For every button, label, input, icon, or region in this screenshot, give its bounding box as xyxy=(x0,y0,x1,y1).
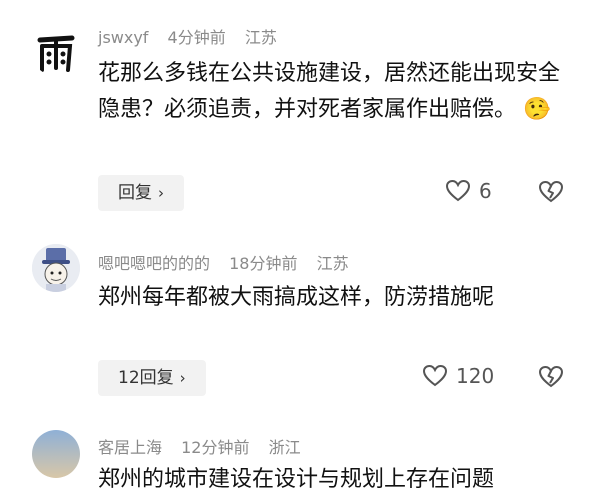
broken-heart-icon xyxy=(538,365,564,388)
comment-text: 郑州的城市建设在设计与规划上存在问题 xyxy=(98,462,568,498)
chevron-right-icon: › xyxy=(179,369,186,387)
location: 江苏 xyxy=(244,28,277,47)
like-button[interactable]: 120 xyxy=(422,364,494,388)
username[interactable]: 客居上海 xyxy=(98,438,162,457)
heart-outline-icon xyxy=(422,364,448,387)
comment-item: jswxyf 4分钟前 江苏 花那么多钱在公共设施建设，居然还能出现安全隐患？必… xyxy=(0,0,600,230)
reply-button[interactable]: 12回复 › xyxy=(98,360,206,396)
reply-button[interactable]: 回复 › xyxy=(98,175,184,211)
comment-meta: jswxyf 4分钟前 江苏 xyxy=(98,24,291,48)
timestamp: 4分钟前 xyxy=(167,28,226,47)
location: 浙江 xyxy=(268,438,301,457)
comment-item: 嗯吧嗯吧的的的 18分钟前 江苏 郑州每年都被大雨搞成这样，防涝措施呢 12回复… xyxy=(0,230,600,420)
username[interactable]: jswxyf xyxy=(98,28,148,47)
timestamp: 18分钟前 xyxy=(229,254,298,273)
heart-outline-icon xyxy=(445,179,471,202)
broken-heart-icon xyxy=(538,180,564,203)
dislike-button[interactable] xyxy=(538,365,564,393)
like-count: 6 xyxy=(479,179,492,203)
reply-label: 12回复 xyxy=(118,368,174,388)
like-count: 120 xyxy=(456,364,495,388)
reply-label: 回复 xyxy=(118,183,152,203)
comment-text: 花那么多钱在公共设施建设，居然还能出现安全隐患？必须追责，并对死者家属作出赔偿。… xyxy=(98,56,568,128)
comment-meta: 客居上海 12分钟前 浙江 xyxy=(98,434,315,458)
comment-text: 郑州每年都被大雨搞成这样，防涝措施呢 xyxy=(98,280,568,316)
avatar[interactable] xyxy=(32,28,80,76)
like-button[interactable]: 6 xyxy=(445,179,492,203)
emoji-icon: 🤥 xyxy=(523,97,551,122)
comment-item: 客居上海 12分钟前 浙江 郑州的城市建设在设计与规划上存在问题 xyxy=(0,420,600,492)
avatar-calligraphy-image xyxy=(32,28,80,76)
username[interactable]: 嗯吧嗯吧的的的 xyxy=(98,254,210,273)
comment-body: 郑州每年都被大雨搞成这样，防涝措施呢 xyxy=(98,285,495,310)
avatar-cartoon-image xyxy=(32,244,80,292)
location: 江苏 xyxy=(316,254,349,273)
dislike-button[interactable] xyxy=(538,180,564,208)
chevron-right-icon: › xyxy=(158,184,164,202)
timestamp: 12分钟前 xyxy=(181,438,250,457)
comment-body: 花那么多钱在公共设施建设，居然还能出现安全隐患？必须追责，并对死者家属作出赔偿。 xyxy=(98,61,561,122)
avatar[interactable] xyxy=(32,244,80,292)
comment-meta: 嗯吧嗯吧的的的 18分钟前 江苏 xyxy=(98,250,363,274)
